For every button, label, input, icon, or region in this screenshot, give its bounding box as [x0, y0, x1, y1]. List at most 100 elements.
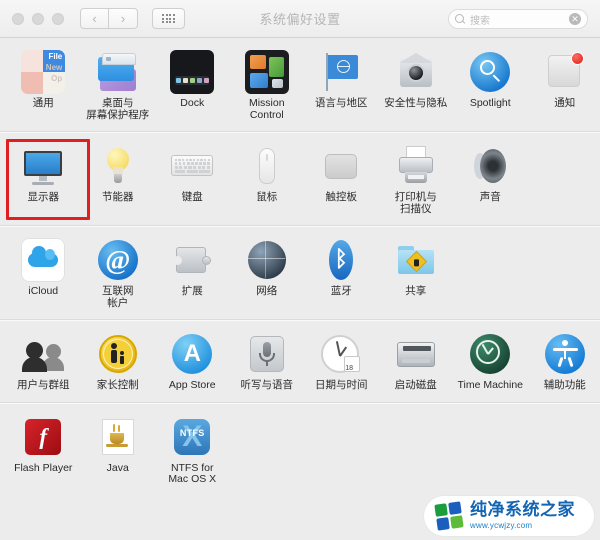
date-time-icon: 18 — [319, 332, 363, 376]
search-field[interactable]: 搜索 ✕ — [448, 9, 588, 29]
pref-pane-displays[interactable]: 显示器 — [6, 139, 90, 220]
app-store-icon: A — [170, 332, 214, 376]
pref-pane-sharing[interactable]: 共享 — [379, 236, 454, 313]
pane-label: 启动磁盘 — [394, 379, 437, 391]
pref-pane-java[interactable]: Java — [81, 413, 156, 490]
displays-icon — [21, 144, 65, 188]
pref-pane-security-privacy[interactable]: 安全性与隐私 — [379, 48, 454, 125]
pane-label: 键盘 — [181, 191, 203, 203]
pref-pane-icloud[interactable]: iCloud — [6, 236, 81, 313]
pref-pane-startup-disk[interactable]: 启动磁盘 — [379, 330, 454, 396]
watermark-url: www.ycwjzy.com — [470, 521, 533, 530]
pane-label: 共享 — [405, 285, 427, 297]
navigation-buttons: ‹ › — [80, 8, 138, 29]
pane-label: 鼠标 — [256, 191, 278, 203]
pref-pane-date-time[interactable]: 18 日期与时间 — [304, 330, 379, 396]
pref-pane-parental-controls[interactable]: 家长控制 — [81, 330, 156, 396]
app-store-glyph: A — [183, 340, 201, 367]
flash-player-icon: f — [21, 415, 65, 459]
pref-pane-extensions[interactable]: 扩展 — [155, 236, 230, 313]
back-button[interactable]: ‹ — [80, 8, 109, 29]
chevron-right-icon: › — [120, 11, 126, 26]
pane-label: 通用 — [32, 97, 54, 109]
pane-label: 用户与群组 — [17, 379, 70, 391]
accessibility-icon — [543, 332, 587, 376]
pane-label: Dock — [180, 97, 205, 109]
icloud-icon — [21, 238, 66, 282]
pane-label: 桌面与 屏幕保护程序 — [86, 97, 150, 121]
ntfs-mac-icon: X NTFS — [170, 415, 214, 459]
bluetooth-icon: ᛒ — [319, 238, 363, 282]
pref-group-personal: File New Op 通用 桌面与 屏幕保护程序 Dock Mission C… — [0, 38, 600, 132]
pref-pane-trackpad[interactable]: 触控板 — [304, 142, 379, 219]
pref-pane-mouse[interactable]: 鼠标 — [230, 142, 305, 219]
chevron-left-icon: ‹ — [92, 11, 97, 26]
pref-pane-time-machine[interactable]: Time Machine — [453, 330, 528, 396]
pref-pane-internet-accounts[interactable]: @ 互联网 帐户 — [81, 236, 156, 313]
pref-pane-dictation-speech[interactable]: 听写与语音 — [230, 330, 305, 396]
pane-label: 日期与时间 — [315, 379, 368, 391]
pref-pane-dock[interactable]: Dock — [155, 48, 230, 125]
mission-control-icon — [244, 50, 289, 94]
printers-scanners-icon — [394, 144, 438, 188]
watermark-title: 纯净系统之家 — [470, 500, 575, 520]
pref-pane-sound[interactable]: 声音 — [453, 142, 528, 219]
pref-pane-network[interactable]: 网络 — [230, 236, 305, 313]
show-all-button[interactable] — [152, 8, 185, 29]
at-glyph: @ — [97, 240, 138, 280]
pane-label: 辅助功能 — [543, 379, 586, 391]
pane-label: 显示器 — [27, 191, 60, 203]
ntfs-text-glyph: NTFS — [179, 427, 205, 438]
language-region-icon — [319, 50, 363, 94]
pref-pane-keyboard[interactable]: 键盘 — [155, 142, 230, 219]
calendar-day: 18 — [345, 365, 354, 372]
pane-label: 互联网 帐户 — [102, 285, 134, 309]
pref-pane-app-store[interactable]: A App Store — [155, 330, 230, 396]
pref-pane-bluetooth[interactable]: ᛒ 蓝牙 — [304, 236, 379, 313]
pane-label: 网络 — [256, 285, 278, 297]
java-icon — [96, 415, 140, 459]
pane-label: iCloud — [28, 285, 59, 297]
pref-pane-desktop-screensaver[interactable]: 桌面与 屏幕保护程序 — [81, 48, 156, 125]
users-groups-icon — [21, 332, 65, 376]
pref-group-system: 用户与群组 家长控制 A App Store 听写与语音 18 日期与时间 启动… — [0, 320, 600, 403]
pane-label: 打印机与 扫描仪 — [394, 191, 437, 215]
pref-pane-notifications[interactable]: 通知 — [528, 48, 600, 125]
pref-pane-spotlight[interactable]: Spotlight — [453, 48, 528, 125]
pane-label: NTFS for Mac OS X — [168, 461, 217, 485]
pane-label: Java — [106, 461, 129, 474]
close-button[interactable] — [12, 12, 24, 25]
search-input[interactable]: 搜索 — [470, 12, 569, 27]
sound-icon — [468, 144, 512, 188]
pref-pane-accessibility[interactable]: 辅助功能 — [528, 330, 600, 396]
pane-label: 声音 — [479, 191, 501, 203]
dictation-speech-icon — [245, 332, 289, 376]
time-machine-icon — [468, 332, 512, 376]
pref-pane-users-groups[interactable]: 用户与群组 — [6, 330, 81, 396]
pref-pane-ntfs-mac[interactable]: X NTFS NTFS for Mac OS X — [155, 413, 230, 490]
pane-label: 通知 — [554, 97, 576, 109]
security-privacy-icon — [394, 50, 438, 94]
pane-label: 节能器 — [102, 191, 134, 203]
pref-pane-energy-saver[interactable]: 节能器 — [81, 142, 156, 219]
pane-label: Time Machine — [457, 379, 524, 391]
zoom-button[interactable] — [52, 12, 64, 25]
forward-button[interactable]: › — [109, 8, 138, 29]
pref-pane-printers-scanners[interactable]: 打印机与 扫描仪 — [379, 142, 454, 219]
watermark: 纯净系统之家 www.ycwjzy.com — [424, 496, 594, 536]
pref-row: 显示器 节能器 键盘 鼠标 触控板 打印机与 扫描仪 声音 — [0, 139, 600, 220]
pref-pane-mission-control[interactable]: Mission Control — [230, 48, 305, 125]
pref-pane-flash-player[interactable]: f Flash Player — [6, 413, 81, 490]
system-preferences-window: ‹ › 系统偏好设置 搜索 ✕ File New Op 通用 桌面与 屏幕保护程… — [0, 0, 600, 540]
internet-accounts-icon: @ — [96, 238, 140, 282]
general-icon: File New Op — [21, 50, 66, 94]
pref-row: iCloud @ 互联网 帐户 扩展 网络 ᛒ 蓝牙 共享 — [0, 236, 600, 313]
spotlight-icon — [468, 50, 512, 94]
pref-pane-language-region[interactable]: 语言与地区 — [304, 48, 379, 125]
pane-label: 家长控制 — [96, 379, 139, 391]
minimize-button[interactable] — [32, 12, 44, 25]
clear-search-icon[interactable]: ✕ — [569, 13, 581, 25]
traffic-light-buttons — [12, 12, 64, 25]
mouse-icon — [245, 144, 289, 188]
pref-pane-general[interactable]: File New Op 通用 — [6, 48, 81, 125]
